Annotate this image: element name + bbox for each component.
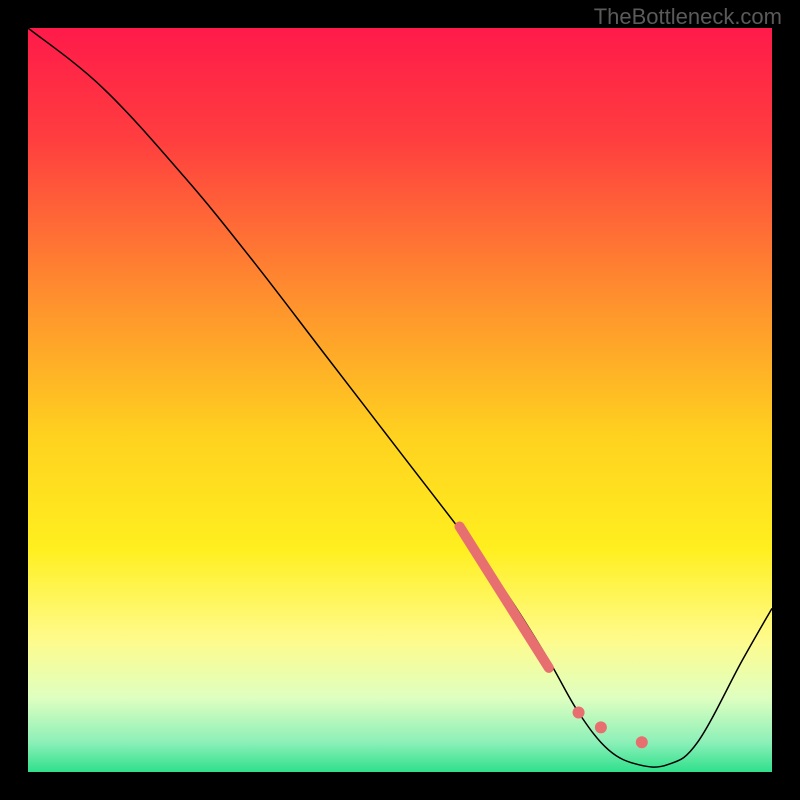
chart-svg (28, 28, 772, 772)
chart-container: TheBottleneck.com (0, 0, 800, 800)
highlight-dot (636, 736, 648, 748)
watermark-text: TheBottleneck.com (594, 4, 782, 30)
gradient-background (28, 28, 772, 772)
highlight-dot (573, 706, 585, 718)
plot-area (28, 28, 772, 772)
highlight-dot (595, 721, 607, 733)
